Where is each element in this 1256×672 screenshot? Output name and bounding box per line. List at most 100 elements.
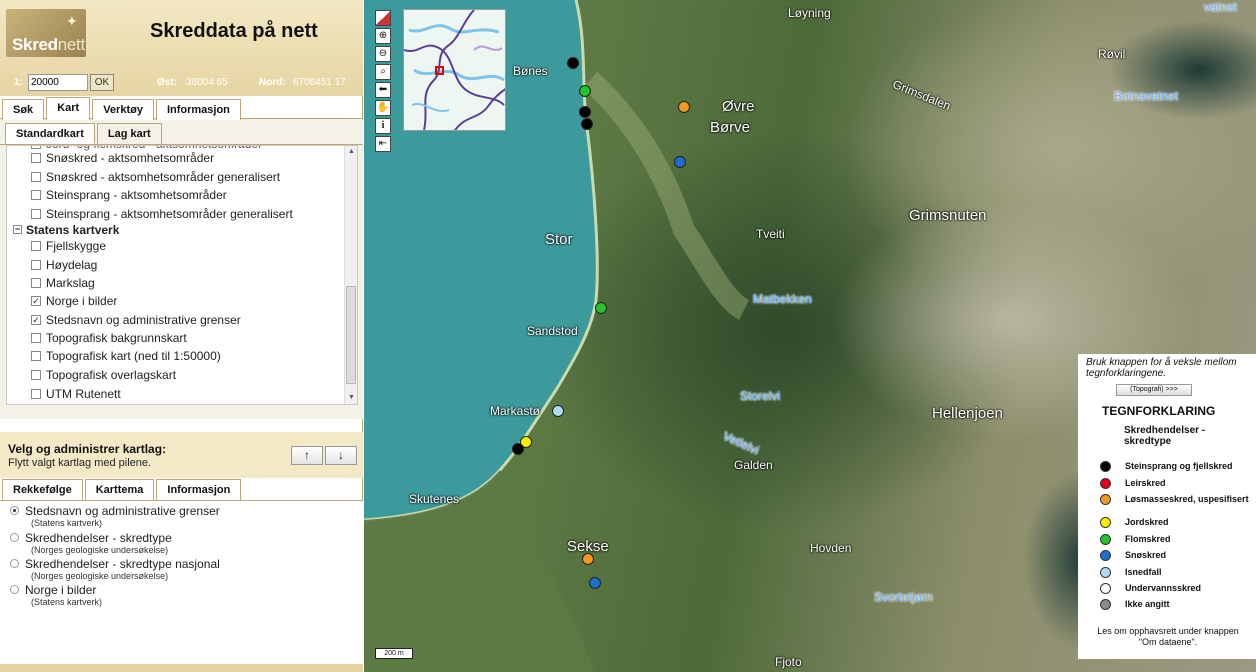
checkbox[interactable]	[31, 171, 41, 182]
radio[interactable]	[10, 533, 19, 543]
checkbox[interactable]	[31, 152, 41, 163]
checkbox[interactable]	[31, 369, 41, 380]
layer-list[interactable]: Jord- og flomskred - aktsomhetsområder S…	[6, 145, 358, 405]
layer-item[interactable]: Høydelag	[31, 258, 97, 276]
legend-panel: Bruk knappen for å veksle mellom tegnfor…	[1078, 354, 1256, 659]
legend-toggle-button[interactable]: (Topografi) >>>	[1116, 384, 1192, 396]
checkbox-checked[interactable]: ✓	[31, 314, 41, 325]
scale-bar: 200 m	[375, 648, 413, 659]
order-tabs: Rekkefølge Karttema Informasjon	[2, 479, 243, 500]
layer-item[interactable]: Topografisk bakgrunnskart	[31, 331, 187, 349]
event-marker-snow-avalanche[interactable]	[589, 577, 601, 589]
scale-input[interactable]	[28, 74, 88, 91]
scroll-thumb[interactable]	[346, 286, 356, 384]
event-marker-rockfall[interactable]	[567, 57, 579, 69]
tab-kart[interactable]: Kart	[46, 97, 91, 120]
layer-item[interactable]: Topografisk overlagskart	[31, 368, 176, 386]
tab-sok[interactable]: Søk	[2, 99, 45, 120]
manage-subtitle: Flytt valgt kartlag med pilene.	[8, 457, 152, 469]
order-item[interactable]: Stedsnavn og administrative grenser (Stat…	[10, 504, 220, 528]
event-marker-debris-flow[interactable]	[595, 302, 607, 314]
place-label: Løyning	[788, 6, 831, 20]
scroll-up-icon[interactable]: ▲	[345, 146, 357, 158]
overview-extent-marker[interactable]	[435, 66, 444, 75]
order-item[interactable]: Norge i bilder (Statens kartverk)	[10, 583, 102, 607]
zoom-in-icon[interactable]: ⊕	[375, 28, 391, 44]
event-marker-rockfall[interactable]	[581, 118, 593, 130]
event-marker-rockfall[interactable]	[512, 443, 524, 455]
info-icon[interactable]: i	[375, 118, 391, 134]
checkbox[interactable]	[31, 277, 41, 288]
east-label: Øst:	[157, 77, 177, 88]
event-marker-landslide[interactable]	[582, 553, 594, 565]
tab-standardkart[interactable]: Standardkart	[5, 123, 95, 144]
layer-item[interactable]: Snøskred - aktsomhetsområder generaliser…	[31, 170, 280, 188]
place-label: Øvre	[722, 98, 755, 115]
scrollbar[interactable]: ▲ ▼	[344, 146, 357, 404]
radio[interactable]	[10, 585, 19, 595]
back-arrow-icon[interactable]: ⬅	[375, 82, 391, 98]
zoom-out-icon[interactable]: ⊖	[375, 46, 391, 62]
radio-selected[interactable]	[10, 506, 19, 516]
scale-prefix: 1:	[14, 77, 23, 88]
layer-item[interactable]: ✓ Norge i bilder	[31, 294, 117, 312]
order-item[interactable]: Skredhendelser - skredtype nasjonal (Norg…	[10, 557, 220, 581]
sub-tabs: Standardkart Lag kart	[5, 123, 164, 144]
tab-informasjon[interactable]: Informasjon	[155, 99, 241, 120]
tab-informasjon-layer[interactable]: Informasjon	[156, 479, 242, 500]
checkbox[interactable]	[31, 208, 41, 219]
layer-item[interactable]: Markslag	[31, 276, 95, 294]
order-item[interactable]: Skredhendelser - skredtype (Norges geolog…	[10, 531, 172, 555]
legend-hint: Bruk knappen for å veksle mellom tegnfor…	[1086, 357, 1237, 379]
legend-swatch	[1100, 534, 1111, 545]
place-label: Røvil	[1098, 47, 1126, 61]
event-marker-debris-flow[interactable]	[579, 85, 591, 97]
place-label: Sandstod	[527, 324, 578, 338]
water-label: Storelvi	[740, 389, 781, 403]
tab-karttema[interactable]: Karttema	[84, 479, 155, 500]
logo-text-b: nett	[57, 35, 85, 54]
checkbox[interactable]	[31, 259, 41, 270]
layer-item[interactable]: ✓ Stedsnavn og administrative grenser	[31, 313, 241, 331]
previous-view-icon[interactable]: ⇤	[375, 136, 391, 152]
checkbox[interactable]	[31, 388, 41, 399]
map-canvas[interactable]: Løyning Bønes Øvre Børve Grimsdalen Røvi…	[364, 0, 1256, 672]
checkbox[interactable]	[31, 240, 41, 251]
event-marker-snow-avalanche[interactable]	[674, 156, 686, 168]
legend-swatch	[1100, 583, 1111, 594]
logo-text-a: Skred	[12, 35, 58, 54]
layer-order-list: Stedsnavn og administrative grenser (Stat…	[0, 501, 363, 672]
zoom-box-icon[interactable]: ⌕	[375, 64, 391, 80]
layer-item[interactable]: UTM Rutenett	[31, 387, 121, 404]
move-down-button[interactable]: ↓	[325, 446, 357, 465]
place-label: Markastø	[490, 404, 541, 418]
checkbox[interactable]	[31, 350, 41, 361]
side-panel: ✦ Skrednett Skreddata på nett 1: OK Øst:…	[0, 0, 363, 672]
skrednett-logo[interactable]: ✦ Skrednett	[6, 9, 86, 57]
move-up-button[interactable]: ↑	[291, 446, 323, 465]
tab-rekkefolge[interactable]: Rekkefølge	[2, 479, 83, 500]
radio[interactable]	[10, 559, 19, 569]
ok-button[interactable]: OK	[90, 74, 114, 91]
layer-item[interactable]: Snøskred - aktsomhetsområder	[31, 151, 214, 169]
event-marker-landslide[interactable]	[678, 101, 690, 113]
checkbox-checked[interactable]: ✓	[31, 295, 41, 306]
overview-map[interactable]	[403, 9, 506, 131]
event-marker-rockfall[interactable]	[579, 106, 591, 118]
full-extent-icon[interactable]	[375, 10, 391, 26]
place-label: Hellenjoen	[932, 405, 1003, 422]
event-marker-icefall[interactable]	[552, 405, 564, 417]
legend-swatch	[1100, 550, 1111, 561]
checkbox[interactable]	[31, 189, 41, 200]
collapse-icon[interactable]: −	[13, 225, 22, 235]
pan-hand-icon[interactable]: ✋	[375, 100, 391, 116]
checkbox[interactable]	[31, 332, 41, 343]
layer-item[interactable]: Steinsprang - aktsomhetsområder	[31, 188, 227, 206]
layer-item[interactable]: Topografisk kart (ned til 1:50000)	[31, 349, 221, 367]
tab-lag-kart[interactable]: Lag kart	[96, 123, 162, 144]
header: ✦ Skrednett Skreddata på nett 1: OK Øst:…	[0, 0, 363, 96]
layer-item[interactable]: Fjellskygge	[31, 239, 106, 257]
scroll-down-icon[interactable]: ▼	[345, 392, 357, 404]
legend-swatch	[1100, 494, 1111, 505]
tab-verktoy[interactable]: Verktøy	[92, 99, 154, 120]
